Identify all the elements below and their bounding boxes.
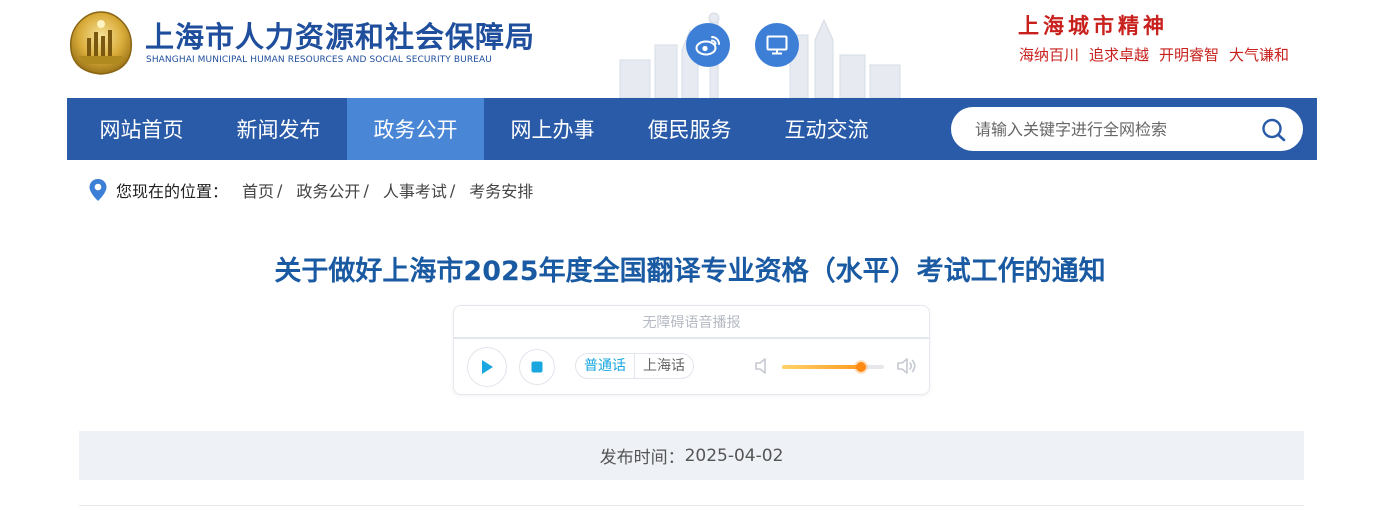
volume-high-icon[interactable] <box>896 356 918 376</box>
article-title: 关于做好上海市2025年度全国翻译专业资格（水平）考试工作的通知 <box>274 256 1106 287</box>
city-spirit-words: 海纳百川 追求卓越 开明睿智 大气谦和 <box>1019 44 1289 65</box>
breadcrumb-separator: / <box>277 180 283 200</box>
desktop-monitor-icon <box>766 35 788 55</box>
publish-label: 发布时间： <box>599 448 685 468</box>
breadcrumb-separator: / <box>449 180 456 200</box>
breadcrumb-home[interactable]: 首页 <box>242 178 274 202</box>
main-nav: 网站首页 新闻发布 政务公开 网上办事 便民服务 互动交流 <box>67 98 1317 160</box>
site-header: 上海市人力资源和社会保障局 SHANGHAI MUNICIPAL HUMAN R… <box>0 0 1380 98</box>
stop-button[interactable] <box>519 349 555 385</box>
city-spirit-title: 上海城市精神 <box>1018 13 1168 38</box>
breadcrumb-exam-arrangements[interactable]: 考务安排 <box>469 178 533 202</box>
nav-item-online-services[interactable]: 网上办事 <box>484 98 621 160</box>
breadcrumb-separator: / <box>363 180 369 200</box>
accessibility-audio-player: 无障碍语音播报 普通话 上海话 <box>453 305 930 395</box>
bureau-logo-emblem[interactable] <box>67 10 135 76</box>
breadcrumb-government-affairs[interactable]: 政务公开 <box>296 178 360 202</box>
breadcrumb-label: 您现在的位置： <box>116 182 229 201</box>
volume-slider-fill <box>782 365 861 369</box>
weibo-icon <box>695 36 720 56</box>
nav-item-home[interactable]: 网站首页 <box>73 98 210 160</box>
weibo-button[interactable] <box>686 23 730 67</box>
lang-option-mandarin[interactable]: 普通话 <box>576 354 634 378</box>
language-toggle: 普通话 上海话 <box>575 353 694 379</box>
nav-item-news[interactable]: 新闻发布 <box>210 98 347 160</box>
publish-info-bar: 发布时间： 2025-04-02 <box>79 431 1304 480</box>
spirit-word: 大气谦和 <box>1229 46 1290 64</box>
site-subtitle: SHANGHAI MUNICIPAL HUMAN RESOURCES AND S… <box>146 55 492 65</box>
breadcrumb-personnel-exams[interactable]: 人事考试 <box>383 178 447 202</box>
search-input[interactable] <box>975 107 1255 151</box>
player-caption: 无障碍语音播报 <box>642 315 741 331</box>
location-pin-icon <box>89 179 107 201</box>
nav-item-convenience-services[interactable]: 便民服务 <box>621 98 758 160</box>
volume-slider[interactable] <box>782 362 884 372</box>
publish-date: 2025-04-02 <box>684 445 784 466</box>
play-button[interactable] <box>467 347 507 387</box>
lang-option-shanghainese[interactable]: 上海话 <box>634 354 693 378</box>
site-title[interactable]: 上海市人力资源和社会保障局 <box>145 14 535 56</box>
spirit-word: 海纳百川 <box>1019 46 1080 64</box>
nav-item-government-affairs[interactable]: 政务公开 <box>347 98 484 160</box>
search-box <box>951 107 1303 151</box>
divider <box>79 505 1304 506</box>
spirit-word: 开明睿智 <box>1159 46 1220 64</box>
spirit-word: 追求卓越 <box>1089 46 1150 64</box>
player-progress-track[interactable] <box>454 337 929 339</box>
volume-slider-handle[interactable] <box>855 362 866 372</box>
search-icon[interactable] <box>1261 118 1287 142</box>
desktop-version-button[interactable] <box>755 23 799 67</box>
play-icon <box>482 360 493 374</box>
nav-item-interaction[interactable]: 互动交流 <box>758 98 895 160</box>
stop-icon <box>531 361 543 373</box>
volume-low-icon[interactable] <box>754 356 770 376</box>
breadcrumb: 您现在的位置： 首页 / 政务公开 / 人事考试 / 考务安排 <box>88 177 533 203</box>
